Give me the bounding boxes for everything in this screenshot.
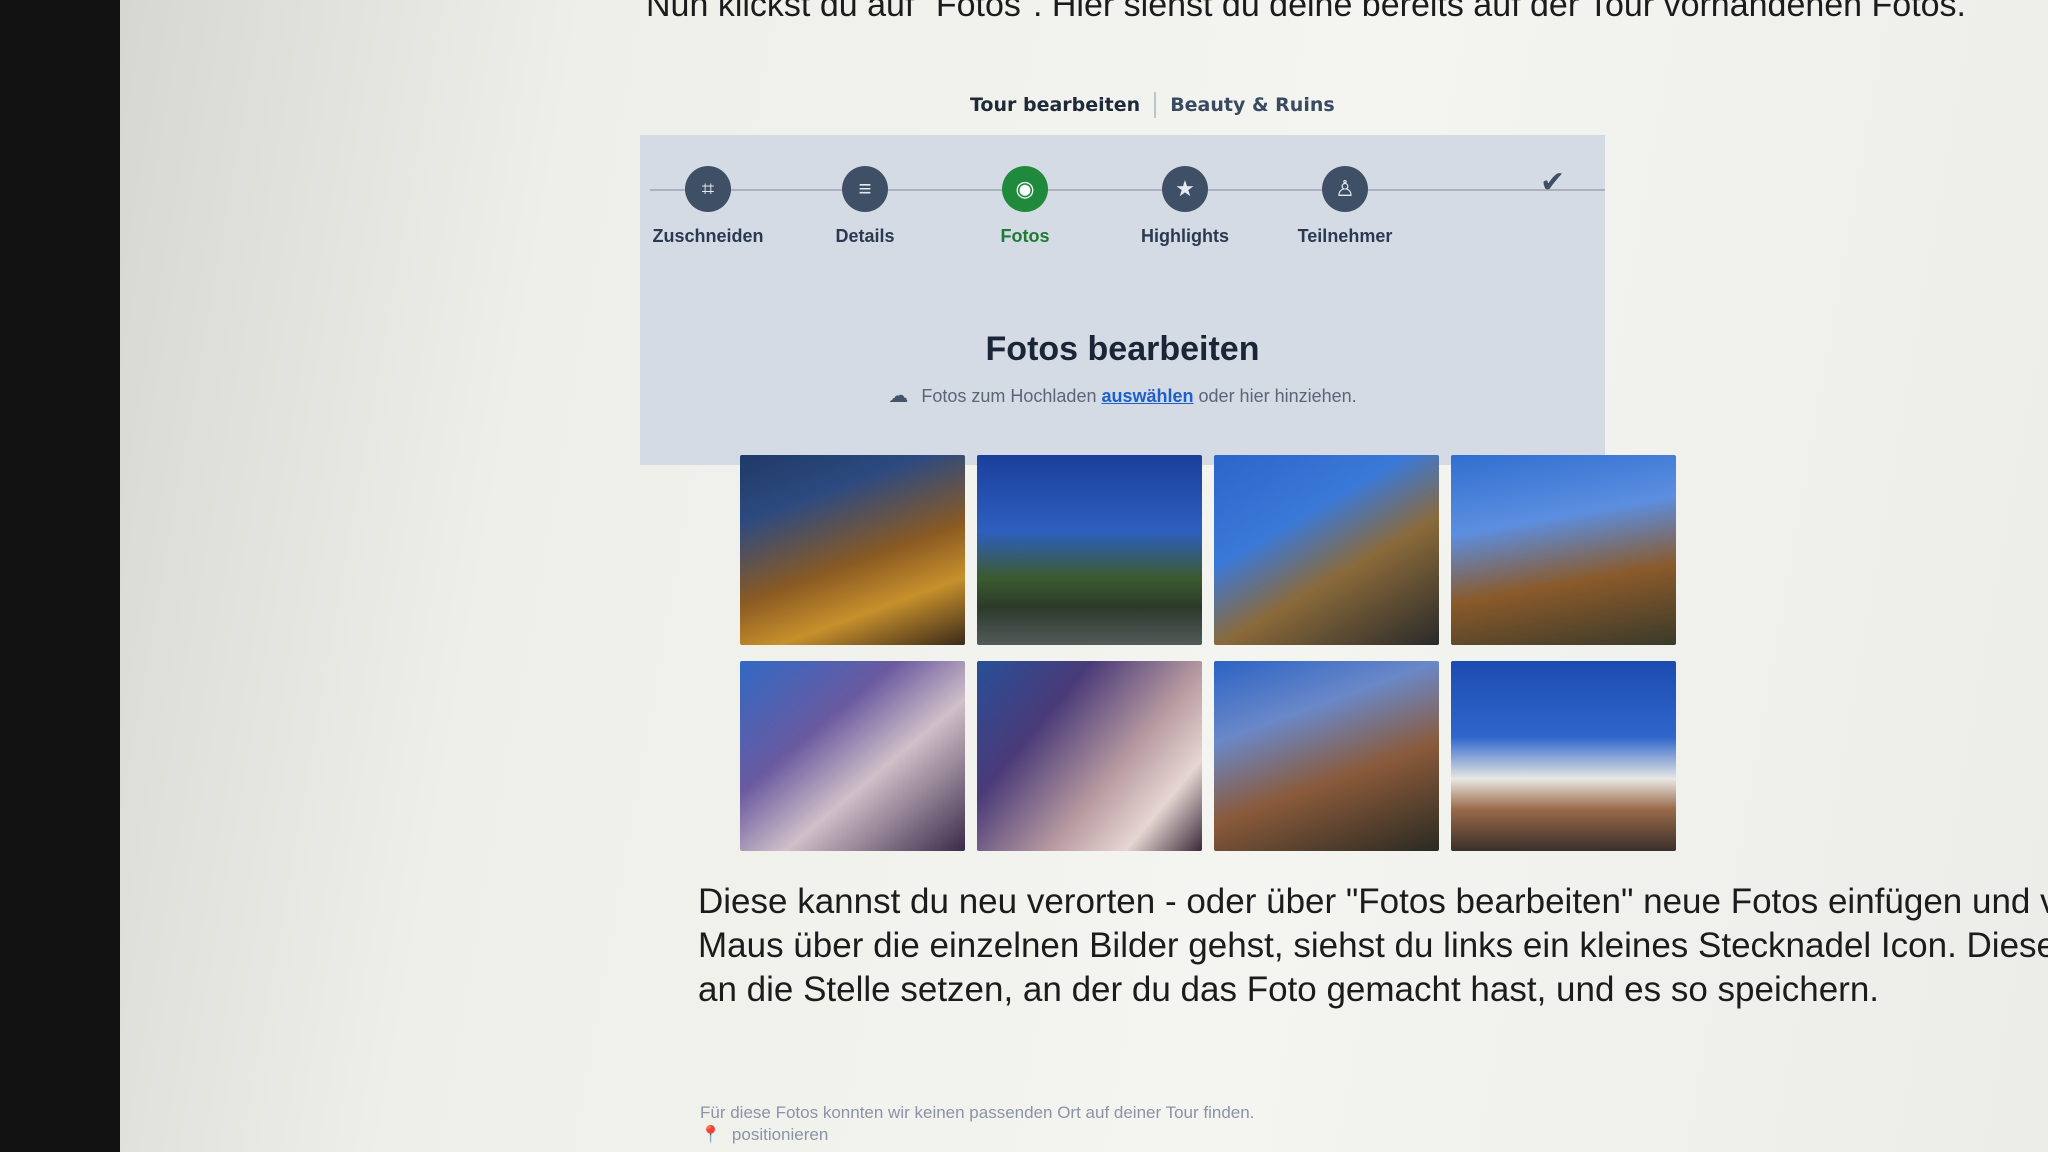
photo-thumbnail[interactable] <box>1214 455 1439 645</box>
checkmark-icon[interactable]: ✔ <box>1540 165 1565 200</box>
tour-editor-panel: ⌗ Zuschneiden ≡ Details ◉ Fotos ★ Highli… <box>640 135 1605 465</box>
upload-hint: ☁ Fotos zum Hochladen auswählen oder hie… <box>640 383 1605 408</box>
step-photos[interactable]: ◉ Fotos <box>950 163 1100 247</box>
step-label: Fotos <box>1000 226 1050 246</box>
photo-thumbnail[interactable] <box>977 455 1202 645</box>
upload-prefix: Fotos zum Hochladen <box>921 386 1097 406</box>
pin-icon: 📍 <box>700 1125 722 1144</box>
breadcrumb-tour-edit[interactable]: Tour bearbeiten <box>970 94 1140 116</box>
step-label: Teilnehmer <box>1297 226 1393 246</box>
photo-thumbnail[interactable] <box>1451 661 1676 851</box>
breadcrumb-tour-name[interactable]: Beauty & Ruins <box>1170 94 1335 116</box>
photo-thumbnail[interactable] <box>977 661 1202 851</box>
person-icon: ♙ <box>1322 166 1368 212</box>
step-label: Details <box>835 226 895 246</box>
photo-thumbnail[interactable] <box>740 455 965 645</box>
explanation-line: Maus über die einzelnen Bilder gehst, si… <box>698 926 2048 965</box>
crop-icon: ⌗ <box>685 166 731 212</box>
photo-thumbnail[interactable] <box>740 661 965 851</box>
position-link[interactable]: positionieren <box>732 1125 828 1144</box>
step-navigation: ⌗ Zuschneiden ≡ Details ◉ Fotos ★ Highli… <box>640 163 1605 273</box>
step-details[interactable]: ≡ Details <box>790 163 940 247</box>
editor-title: Fotos bearbeiten <box>985 330 1260 368</box>
upload-suffix: oder hier hinziehen. <box>1198 386 1357 406</box>
explanation-paragraph: Diese kannst du neu verorten - oder über… <box>698 880 2048 1012</box>
photo-grid <box>740 455 1680 855</box>
unplaced-photos-note: Für diese Fotos konnten wir keinen passe… <box>700 1102 1254 1146</box>
step-label: Highlights <box>1141 226 1229 246</box>
step-participants[interactable]: ♙ Teilnehmer <box>1270 163 1420 247</box>
star-icon: ★ <box>1162 166 1208 212</box>
cloud-upload-icon: ☁ <box>888 385 909 407</box>
photo-thumbnail[interactable] <box>1451 455 1676 645</box>
note-text: Für diese Fotos konnten wir keinen passe… <box>700 1103 1255 1122</box>
camera-icon: ◉ <box>1002 166 1048 212</box>
upload-select-link[interactable]: auswählen <box>1101 386 1193 406</box>
photo-thumbnail[interactable] <box>1214 661 1439 851</box>
intro-paragraph: Nun klickst du auf "Fotos". Hier siehst … <box>646 0 1967 24</box>
monitor-screen: Nun klickst du auf "Fotos". Hier siehst … <box>120 0 2048 1152</box>
step-label: Zuschneiden <box>652 226 764 246</box>
step-crop[interactable]: ⌗ Zuschneiden <box>633 163 783 247</box>
step-highlights[interactable]: ★ Highlights <box>1110 163 1260 247</box>
breadcrumb: Tour bearbeiten Beauty & Ruins <box>970 92 1335 118</box>
breadcrumb-divider <box>1154 92 1157 118</box>
list-icon: ≡ <box>842 166 888 212</box>
explanation-line: Diese kannst du neu verorten - oder über… <box>698 882 2048 921</box>
explanation-line: an die Stelle setzen, an der du das Foto… <box>698 970 1880 1009</box>
